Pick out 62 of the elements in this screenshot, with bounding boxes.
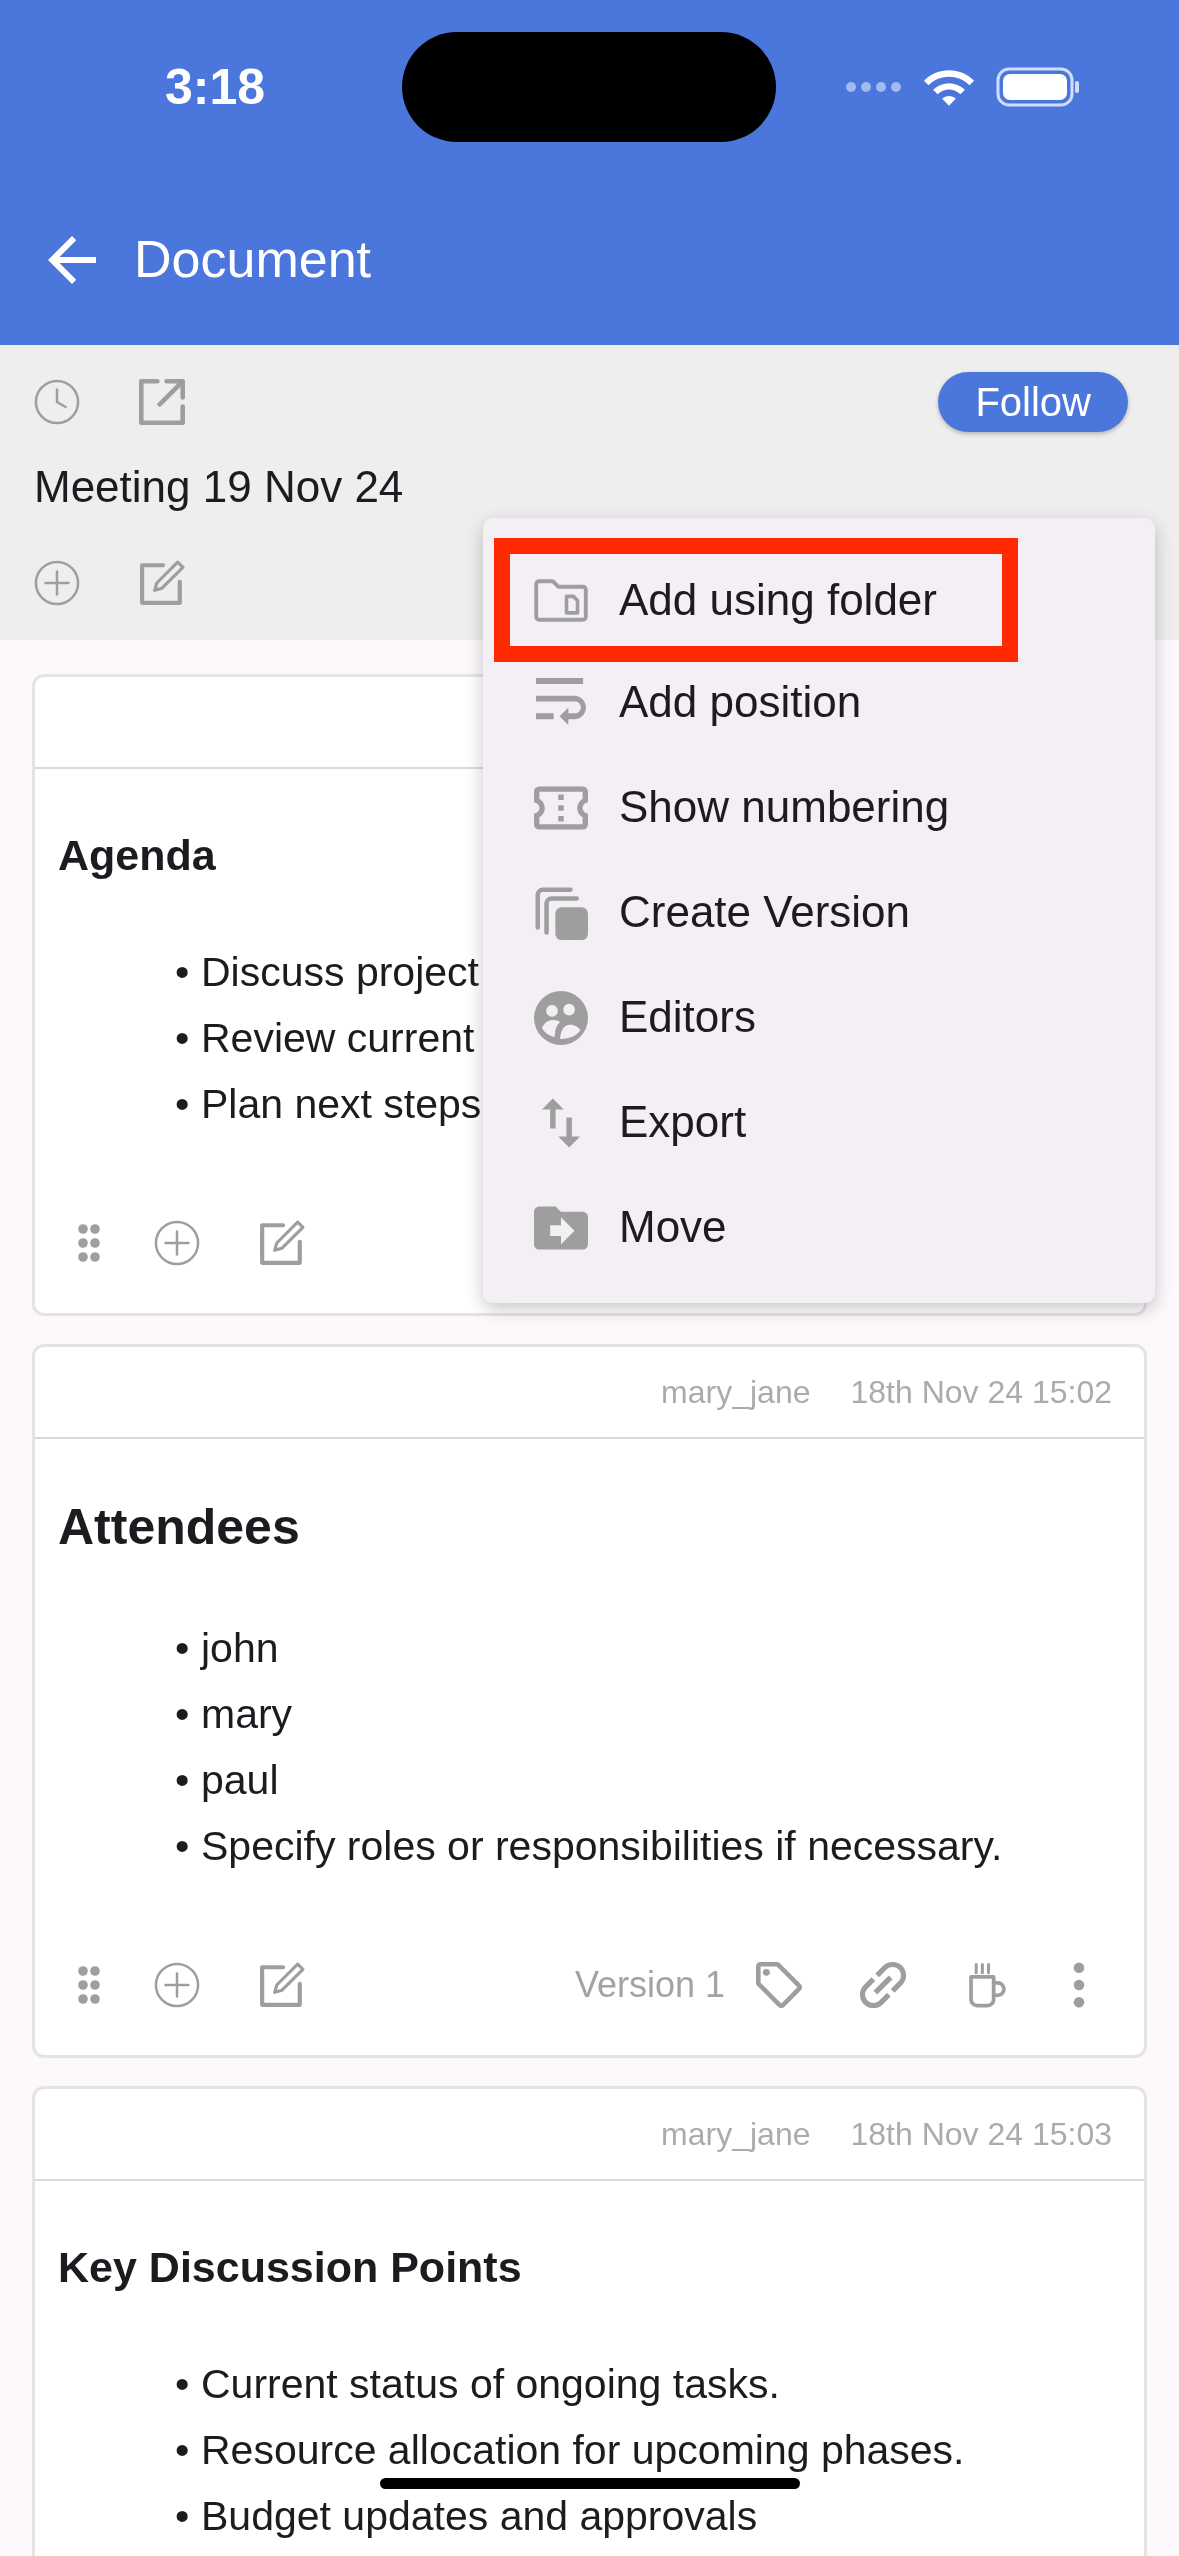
plus-circle-icon[interactable] <box>154 1962 200 2008</box>
card-heading: Agenda <box>58 830 216 881</box>
bullet-marker: • <box>175 1014 191 1062</box>
author-name: mary_jane <box>661 1373 811 1411</box>
screen-title: Document <box>134 229 371 290</box>
bullet-text: Specify roles or responsibilities if necessary. <box>201 1822 1003 1870</box>
bullet-marker: • <box>175 2492 191 2540</box>
card-heading: Key Discussion Points <box>58 2242 522 2293</box>
folder-document-icon[interactable] <box>534 578 588 622</box>
bullet-marker: • <box>175 1624 191 1672</box>
document-title: Meeting 19 Nov 24 <box>34 461 404 513</box>
signal-icon <box>845 81 902 93</box>
cup-icon[interactable] <box>969 1962 1007 2008</box>
drag-handle-icon[interactable] <box>77 1223 101 1263</box>
battery-icon <box>996 67 1080 107</box>
card-heading: Attendees <box>58 1498 300 1557</box>
bullet-text: Plan next steps <box>201 1080 482 1128</box>
wifi-icon <box>924 67 974 107</box>
menu-item[interactable]: Move <box>483 1175 1155 1280</box>
bullet-text: Resource allocation for upcoming phases. <box>201 2426 965 2474</box>
external-link-icon[interactable] <box>139 379 185 425</box>
bullet-marker: • <box>175 2360 191 2408</box>
link-icon[interactable] <box>860 1962 906 2008</box>
menu-item[interactable]: Create Version <box>483 860 1155 965</box>
up-down-arrows-icon[interactable] <box>542 1097 580 1148</box>
plus-circle-icon[interactable] <box>34 560 80 606</box>
drag-handle-icon[interactable] <box>77 1965 101 2005</box>
status-time: 3:18 <box>164 58 266 115</box>
more-options-icon[interactable] <box>1073 1962 1085 2008</box>
version-label: Version 1 <box>574 1964 725 2006</box>
follow-button[interactable]: Follow <box>938 372 1128 432</box>
bullet-text: paul <box>201 1756 279 1804</box>
bullet-marker: • <box>175 2426 191 2474</box>
pencil-square-icon[interactable] <box>139 560 185 606</box>
plus-circle-icon[interactable] <box>154 1220 200 1266</box>
bullet-text: mary <box>201 1690 293 1738</box>
back-arrow-icon[interactable] <box>48 235 96 284</box>
bullet-text: Budget updates and approvals <box>201 2492 758 2540</box>
bullet-marker: • <box>175 948 191 996</box>
bullet-text: john <box>201 1624 279 1672</box>
pencil-square-icon[interactable] <box>259 1962 305 2008</box>
bullet-marker: • <box>175 1690 191 1738</box>
menu-item[interactable]: Show numbering <box>483 755 1155 860</box>
bullet-marker: • <box>175 1756 191 1804</box>
bullet-marker: • <box>175 1080 191 1128</box>
people-circle-icon[interactable] <box>534 990 588 1045</box>
bullet-text: Current status of ongoing tasks. <box>201 2360 780 2408</box>
ticket-icon[interactable] <box>534 785 588 830</box>
timestamp: 18th Nov 24 15:03 <box>850 2115 1112 2153</box>
bullet-text: Discuss project <box>201 948 479 996</box>
author-name: mary_jane <box>661 2115 811 2153</box>
tag-icon[interactable] <box>756 1962 802 2008</box>
menu-item[interactable]: Editors <box>483 965 1155 1070</box>
menu-item[interactable]: Add using folder <box>494 538 1018 662</box>
clock-icon[interactable] <box>34 379 80 425</box>
bullet-text: Review current <box>201 1014 475 1062</box>
pencil-square-icon[interactable] <box>259 1220 305 1266</box>
timestamp: 18th Nov 24 15:02 <box>850 1373 1112 1411</box>
menu-item[interactable]: Export <box>483 1070 1155 1175</box>
stacked-squares-icon[interactable] <box>534 885 588 940</box>
folder-arrow-icon[interactable] <box>534 1205 588 1250</box>
bullet-marker: • <box>175 1822 191 1870</box>
